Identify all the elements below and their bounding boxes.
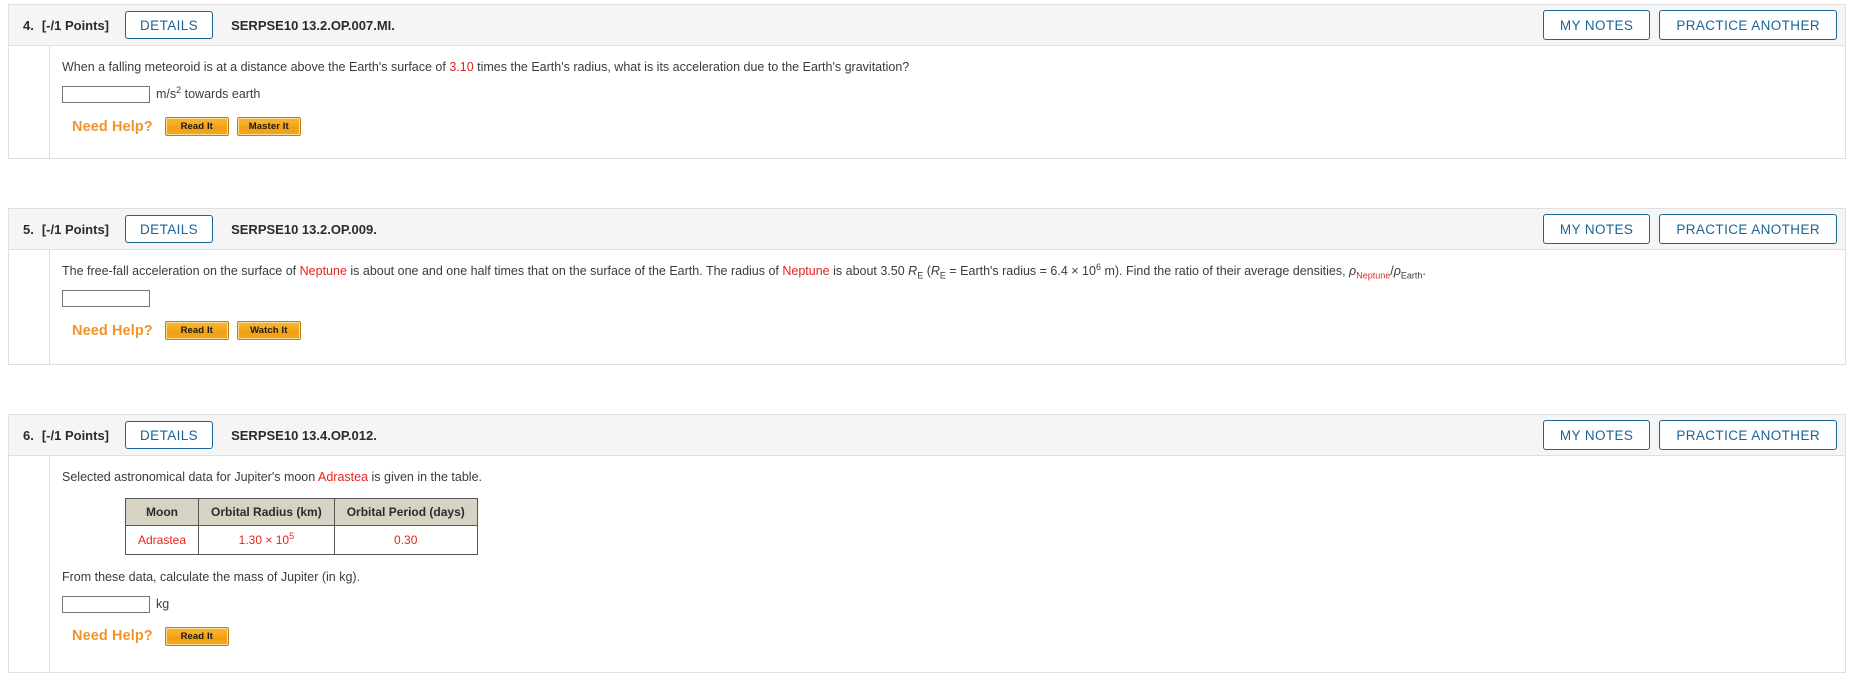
prompt-text-d: ( [923,264,931,278]
header-actions: MY NOTES PRACTICE ANOTHER [1542,213,1837,245]
answer-input[interactable] [62,289,150,307]
answer-input[interactable] [62,85,150,103]
question-body-6: Selected astronomical data for Jupiter's… [8,456,1846,673]
column-header-moon: Moon [124,497,200,526]
prompt-highlight-value: 3.10 [449,60,474,74]
question-code: SERPSE10 13.4.OP.012. [231,427,377,443]
answer-unit: kg [156,597,170,611]
header-actions: MY NOTES PRACTICE ANOTHER [1542,419,1837,451]
details-button[interactable]: DETAILS [125,420,214,450]
question-number: 4. [23,17,34,33]
unit-base: m/s [156,87,177,102]
question-body-4: When a falling meteoroid is at a distanc… [8,46,1846,160]
cell-orbital-radius: 1.30 × 105 [198,524,335,555]
read-it-button[interactable]: Read It [164,626,229,646]
question-points: [-/1 Points] [41,17,110,33]
question-prompt-4: When a falling meteoroid is at a distanc… [62,58,1845,77]
read-it-button[interactable]: Read It [164,116,229,137]
prompt-text-b: is about one and one half times that on … [346,264,783,278]
practice-another-button[interactable]: PRACTICE ANOTHER [1659,213,1837,245]
question-header-5: 5. [-/1 Points] DETAILS SERPSE10 13.2.OP… [8,208,1846,250]
question-block-6: 6. [-/1 Points] DETAILS SERPSE10 13.4.OP… [8,414,1846,673]
prompt-text-c: is about 3.50 [829,264,909,278]
answer-row-5 [62,289,1845,307]
answer-row-4: m/s2 towards earth [62,86,1845,103]
prompt-text-e: = Earth's radius = 6.4 × 10 [945,264,1096,278]
prompt-text-b: is given in the table. [368,470,483,484]
rho-symbol-earth: ρ [1393,264,1401,278]
answer-row-6: kg [62,595,1845,613]
prompt-text-a: The free-fall acceleration on the surfac… [62,264,300,278]
rho-subscript-earth: Earth [1400,270,1423,281]
master-it-button[interactable]: Master It [236,116,301,137]
cell-orbital-period: 0.30 [333,524,478,555]
prompt-period: . [1422,264,1426,278]
answer-unit: m/s2 towards earth [156,86,261,102]
question-header-4: 4. [-/1 Points] DETAILS SERPSE10 13.2.OP… [8,4,1846,46]
prompt-text-a: Selected astronomical data for Jupiter's… [62,470,318,484]
header-actions: MY NOTES PRACTICE ANOTHER [1542,9,1837,41]
prompt-text-part2: times the Earth's radius, what is its ac… [473,60,910,74]
my-notes-button[interactable]: MY NOTES [1542,9,1651,41]
unit-tail: towards earth [181,87,261,102]
my-notes-button[interactable]: MY NOTES [1542,419,1651,451]
radius-symbol-2: R [930,264,940,278]
question-block-4: 4. [-/1 Points] DETAILS SERPSE10 13.2.OP… [8,4,1846,160]
question-body-5: The free-fall acceleration on the surfac… [8,250,1846,366]
question-prompt-5: The free-fall acceleration on the surfac… [62,262,1845,281]
assignment-page: 4. [-/1 Points] DETAILS SERPSE10 13.2.OP… [0,0,1869,680]
read-it-button[interactable]: Read It [164,320,229,341]
need-help-row-6: Need Help? Read It [62,626,1845,646]
practice-another-button[interactable]: PRACTICE ANOTHER [1659,9,1837,41]
practice-another-button[interactable]: PRACTICE ANOTHER [1659,419,1837,451]
need-help-row-4: Need Help? Read It Master It [62,116,1845,137]
table-header-row: Moon Orbital Radius (km) Orbital Period … [124,497,478,526]
prompt-text-f: m). Find the ratio of their average dens… [1100,264,1350,278]
question-content-5: The free-fall acceleration on the surfac… [49,250,1845,365]
column-header-orbital-period: Orbital Period (days) [333,497,478,526]
planet-highlight: Neptune [299,264,347,278]
question-header-6: 6. [-/1 Points] DETAILS SERPSE10 13.4.OP… [8,414,1846,456]
answer-input[interactable] [62,595,150,613]
table-row: Adrastea 1.30 × 105 0.30 [124,524,478,555]
need-help-label: Need Help? [72,322,153,339]
question-points: [-/1 Points] [41,221,110,237]
details-button[interactable]: DETAILS [125,10,214,40]
my-notes-button[interactable]: MY NOTES [1542,213,1651,245]
astronomical-data-table: Moon Orbital Radius (km) Orbital Period … [124,497,478,555]
question-prompt-6-after: From these data, calculate the mass of J… [62,569,361,584]
radius-symbol: R [908,264,918,278]
question-points: [-/1 Points] [41,427,110,443]
cell-moon-name: Adrastea [124,524,200,555]
question-number: 5. [23,221,34,237]
question-code: SERPSE10 13.2.OP.007.MI. [231,17,395,33]
prompt-text-part1: When a falling meteoroid is at a distanc… [62,60,450,74]
question-prompt-6: Selected astronomical data for Jupiter's… [62,468,1845,487]
rho-subscript-neptune: Neptune [1356,270,1391,281]
need-help-label: Need Help? [72,628,153,645]
radius-exponent: 5 [289,530,295,541]
question-block-5: 5. [-/1 Points] DETAILS SERPSE10 13.2.OP… [8,208,1846,366]
column-header-orbital-radius: Orbital Radius (km) [198,497,335,526]
radius-mantissa: 1.30 × 10 [238,532,290,547]
question-content-4: When a falling meteoroid is at a distanc… [49,46,1845,159]
question-code: SERPSE10 13.2.OP.009. [231,221,377,237]
need-help-row-5: Need Help? Read It Watch It [62,320,1845,341]
question-content-6: Selected astronomical data for Jupiter's… [49,456,1845,672]
watch-it-button[interactable]: Watch It [236,320,301,341]
details-button[interactable]: DETAILS [125,214,214,244]
need-help-label: Need Help? [72,118,153,135]
planet-highlight-2: Neptune [782,264,830,278]
moon-highlight: Adrastea [318,470,369,484]
question-number: 6. [23,427,34,443]
